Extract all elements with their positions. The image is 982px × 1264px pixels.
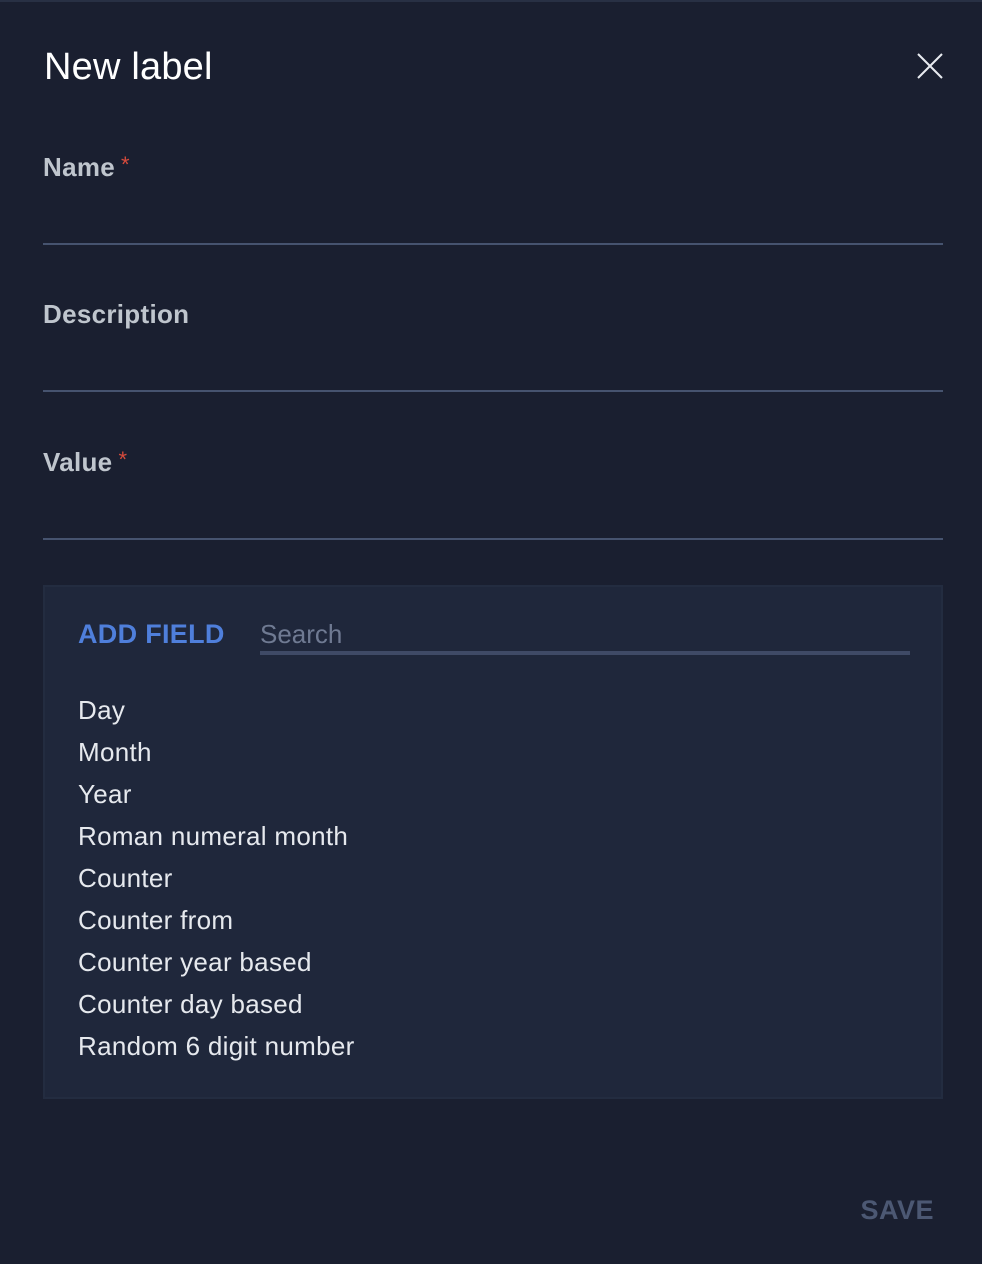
close-button[interactable] <box>914 50 946 82</box>
value-field: Value * <box>43 447 943 540</box>
name-label: Name <box>43 152 116 182</box>
description-label: Description <box>43 299 190 329</box>
field-option-counter[interactable]: Counter <box>78 857 355 899</box>
field-option-counter-day-based[interactable]: Counter day based <box>78 983 355 1025</box>
field-option-roman-numeral-month[interactable]: Roman numeral month <box>78 815 355 857</box>
name-field: Name * <box>43 152 943 245</box>
close-icon <box>917 53 943 79</box>
save-button[interactable]: SAVE <box>860 1195 934 1226</box>
field-option-month[interactable]: Month <box>78 731 355 773</box>
value-input[interactable] <box>43 492 943 540</box>
field-option-day[interactable]: Day <box>78 689 355 731</box>
description-field: Description <box>43 299 943 392</box>
add-field-button[interactable]: ADD FIELD <box>78 619 225 650</box>
field-option-counter-year-based[interactable]: Counter year based <box>78 941 355 983</box>
required-mark: * <box>118 447 127 472</box>
dialog-title: New label <box>44 46 213 88</box>
required-mark: * <box>121 152 130 177</box>
field-search-input[interactable] <box>260 617 910 655</box>
name-input[interactable] <box>43 197 943 245</box>
add-field-panel: ADD FIELD Day Month Year Roman numeral m… <box>43 585 943 1099</box>
value-label: Value <box>43 447 113 477</box>
field-option-random-6-digit-number[interactable]: Random 6 digit number <box>78 1025 355 1067</box>
field-option-counter-from[interactable]: Counter from <box>78 899 355 941</box>
new-label-dialog: New label Name * Description Value * ADD F… <box>0 2 982 1264</box>
field-options-list: Day Month Year Roman numeral month Count… <box>78 689 355 1067</box>
field-option-year[interactable]: Year <box>78 773 355 815</box>
description-input[interactable] <box>43 344 943 392</box>
